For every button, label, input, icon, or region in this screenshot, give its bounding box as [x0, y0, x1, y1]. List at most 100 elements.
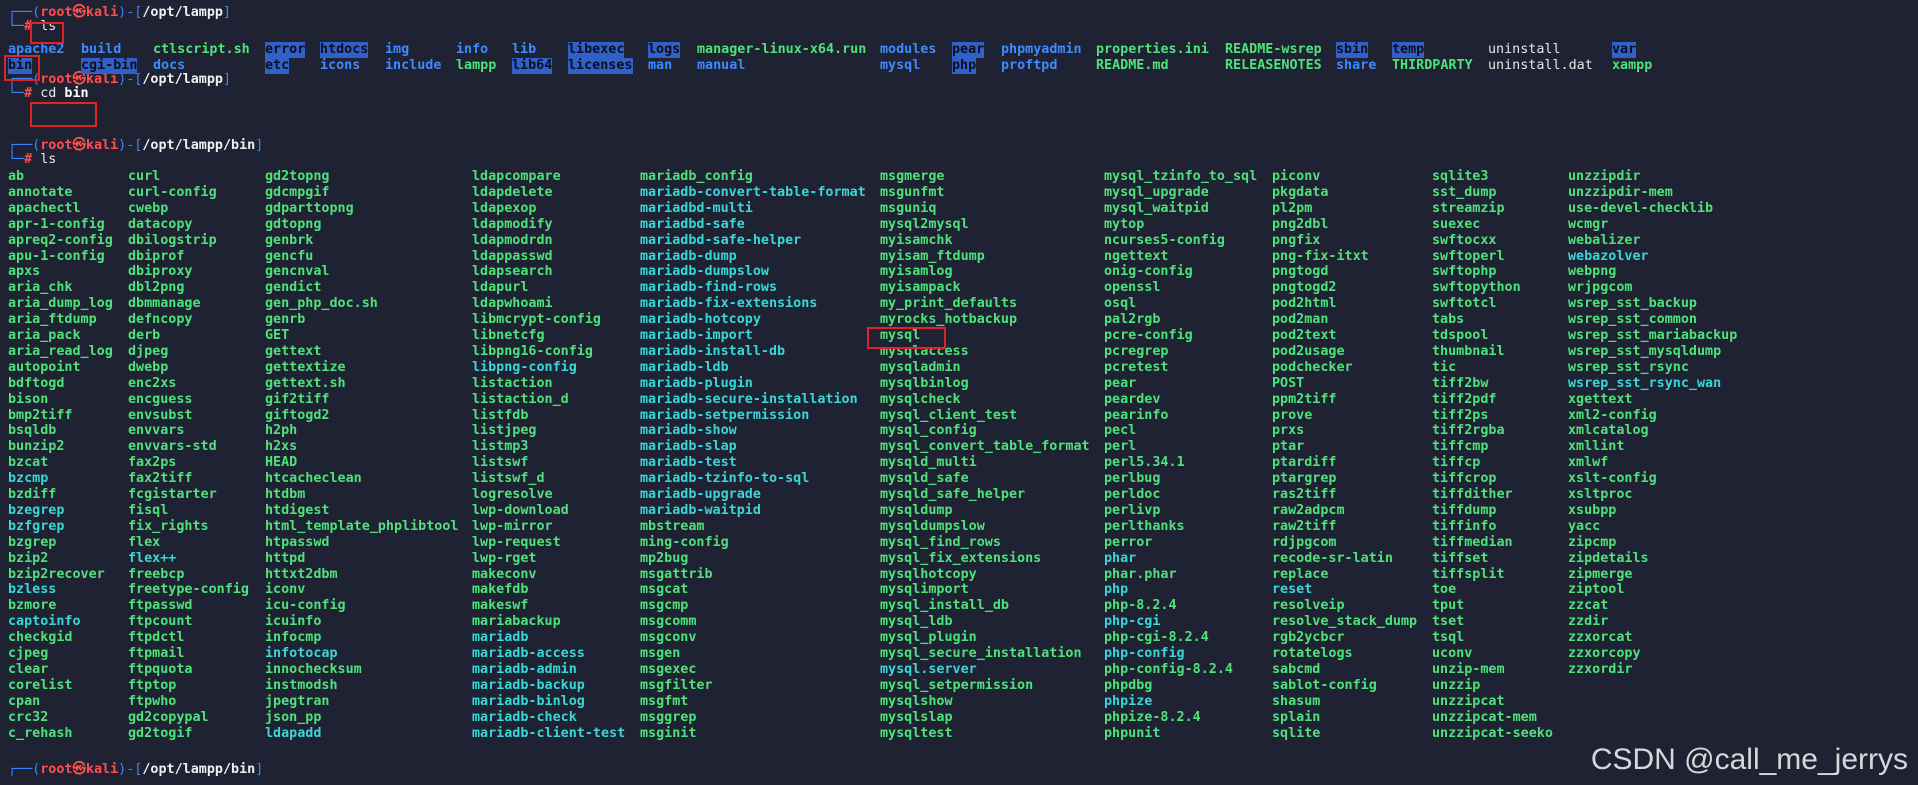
bin-entry[interactable]: pngtogd2 [1272, 280, 1337, 296]
bin-entry[interactable]: apreq2-config [8, 233, 113, 249]
bin-entry[interactable]: bzcmp [8, 471, 48, 487]
bin-entry[interactable]: httxt2dbm [265, 567, 338, 583]
bin-entry[interactable]: cwebp [128, 201, 168, 217]
bin-entry[interactable]: mysqladmin [880, 360, 961, 376]
bin-entry[interactable]: wsrep_sst_rsync [1568, 360, 1689, 376]
bin-entry[interactable]: ldapsearch [472, 264, 553, 280]
bin-entry[interactable]: mariadb-test [640, 455, 737, 471]
bin-entry[interactable]: curl-config [128, 185, 217, 201]
bin-entry[interactable]: libmcrypt-config [472, 312, 601, 328]
bin-entry[interactable]: mysql2mysql [880, 217, 969, 233]
bin-entry[interactable]: genbrk [265, 233, 313, 249]
bin-entry[interactable]: myisamchk [880, 233, 953, 249]
bin-entry[interactable]: htcacheclean [265, 471, 362, 487]
bin-entry[interactable]: mysqld_safe [880, 471, 969, 487]
bin-entry[interactable]: perror [1104, 535, 1152, 551]
bin-entry[interactable]: msgcomm [640, 614, 696, 630]
bin-entry[interactable]: logresolve [472, 487, 553, 503]
bin-entry[interactable]: gendict [265, 280, 321, 296]
bin-entry[interactable]: yacc [1568, 519, 1600, 535]
bin-entry[interactable]: pod2html [1272, 296, 1337, 312]
bin-entry[interactable]: mysql_secure_installation [880, 646, 1082, 662]
bin-entry[interactable]: pkgdata [1272, 185, 1328, 201]
bin-entry[interactable]: xgettext [1568, 392, 1633, 408]
bin-entry[interactable]: tiffcmp [1432, 439, 1488, 455]
bin-entry[interactable]: flex [128, 535, 160, 551]
lampp-entry[interactable]: share [1336, 58, 1376, 74]
bin-entry[interactable]: rdjpgcom [1272, 535, 1337, 551]
bin-entry[interactable]: tiff2ps [1432, 408, 1488, 424]
bin-entry[interactable]: php-config-8.2.4 [1104, 662, 1233, 678]
bin-entry[interactable]: jpegtran [265, 694, 330, 710]
bin-entry[interactable]: mysqltest [880, 726, 953, 742]
bin-entry[interactable]: sqlite [1272, 726, 1320, 742]
bin-entry[interactable]: zipdetails [1568, 551, 1649, 567]
bin-entry[interactable]: bzmore [8, 598, 56, 614]
bin-entry[interactable]: tiffinfo [1432, 519, 1497, 535]
bin-entry[interactable]: instmodsh [265, 678, 338, 694]
bin-entry[interactable]: peardev [1104, 392, 1160, 408]
bin-entry[interactable]: msgen [640, 646, 680, 662]
bin-entry[interactable]: php [1104, 582, 1128, 598]
bin-entry[interactable]: png-fix-itxt [1272, 249, 1369, 265]
bin-entry[interactable]: myisam_ftdump [880, 249, 985, 265]
lampp-entry[interactable]: htdocs [320, 42, 369, 58]
bin-entry[interactable]: resolve_stack_dump [1272, 614, 1417, 630]
bin-entry[interactable]: msgfilter [640, 678, 713, 694]
lampp-entry[interactable]: properties.ini [1096, 42, 1209, 58]
bin-entry[interactable]: tsql [1432, 630, 1464, 646]
bin-entry[interactable]: wsrep_sst_mariabackup [1568, 328, 1737, 344]
bin-entry[interactable]: bunzip2 [8, 439, 64, 455]
bin-entry[interactable]: djpeg [128, 344, 168, 360]
bin-entry[interactable]: sablot-config [1272, 678, 1377, 694]
lampp-entry[interactable]: THIRDPARTY [1392, 58, 1473, 74]
lampp-entry[interactable]: docs [153, 58, 185, 74]
lampp-entry[interactable]: xampp [1612, 58, 1652, 74]
bin-entry[interactable]: httpd [265, 551, 305, 567]
bin-entry[interactable]: mariadb-dumpslow [640, 264, 769, 280]
lampp-entry[interactable]: libexec [568, 42, 625, 58]
bin-entry[interactable]: tiffdump [1432, 503, 1497, 519]
bin-entry[interactable]: tiff2rgba [1432, 423, 1505, 439]
bin-entry[interactable]: zzxorcopy [1568, 646, 1641, 662]
bin-entry[interactable]: zzxordir [1568, 662, 1633, 678]
bin-entry[interactable]: apachectl [8, 201, 81, 217]
bin-entry[interactable]: raw2adpcm [1272, 503, 1345, 519]
bin-entry[interactable]: msggrep [640, 710, 696, 726]
bin-entry[interactable]: ppm2tiff [1272, 392, 1337, 408]
bin-entry[interactable]: htdigest [265, 503, 330, 519]
bin-entry[interactable]: mariadb-client-test [472, 726, 625, 742]
bin-entry[interactable]: clear [8, 662, 48, 678]
bin-entry[interactable]: tiff2pdf [1432, 392, 1497, 408]
bin-entry[interactable]: phar [1104, 551, 1136, 567]
bin-entry[interactable]: onig-config [1104, 264, 1193, 280]
bin-entry[interactable]: zipcmp [1568, 535, 1616, 551]
bin-entry[interactable]: unzzipdir [1568, 169, 1641, 185]
bin-entry[interactable]: aria_chk [8, 280, 73, 296]
bin-entry[interactable]: mysqlshow [880, 694, 953, 710]
bin-entry[interactable]: bison [8, 392, 48, 408]
lampp-entry[interactable]: pear [952, 42, 985, 58]
bin-entry[interactable]: ab [8, 169, 24, 185]
bin-entry[interactable]: msgcat [640, 582, 688, 598]
bin-entry[interactable]: mysql_upgrade [1104, 185, 1209, 201]
bin-entry[interactable]: thumbnail [1432, 344, 1505, 360]
bin-entry[interactable]: splain [1272, 710, 1320, 726]
bin-entry[interactable]: iconv [265, 582, 305, 598]
bin-entry[interactable]: tput [1432, 598, 1464, 614]
bin-entry[interactable]: mysqld_safe_helper [880, 487, 1025, 503]
lampp-entry[interactable]: icons [320, 58, 360, 74]
lampp-entry[interactable]: phpmyadmin [1001, 42, 1082, 58]
bin-entry[interactable]: apr-1-config [8, 217, 105, 233]
bin-entry[interactable]: openssl [1104, 280, 1160, 296]
bin-entry[interactable]: mysqlslap [880, 710, 953, 726]
lampp-entry[interactable]: info [456, 42, 488, 58]
bin-entry[interactable]: dwebp [128, 360, 168, 376]
lampp-entry[interactable]: etc [265, 58, 290, 74]
bin-entry[interactable]: bzegrep [8, 503, 64, 519]
bin-entry[interactable]: tiffdither [1432, 487, 1513, 503]
bin-entry[interactable]: webazolver [1568, 249, 1649, 265]
bin-entry[interactable]: phar.phar [1104, 567, 1177, 583]
bin-entry[interactable]: libpng-config [472, 360, 577, 376]
bin-entry[interactable]: resolveip [1272, 598, 1345, 614]
